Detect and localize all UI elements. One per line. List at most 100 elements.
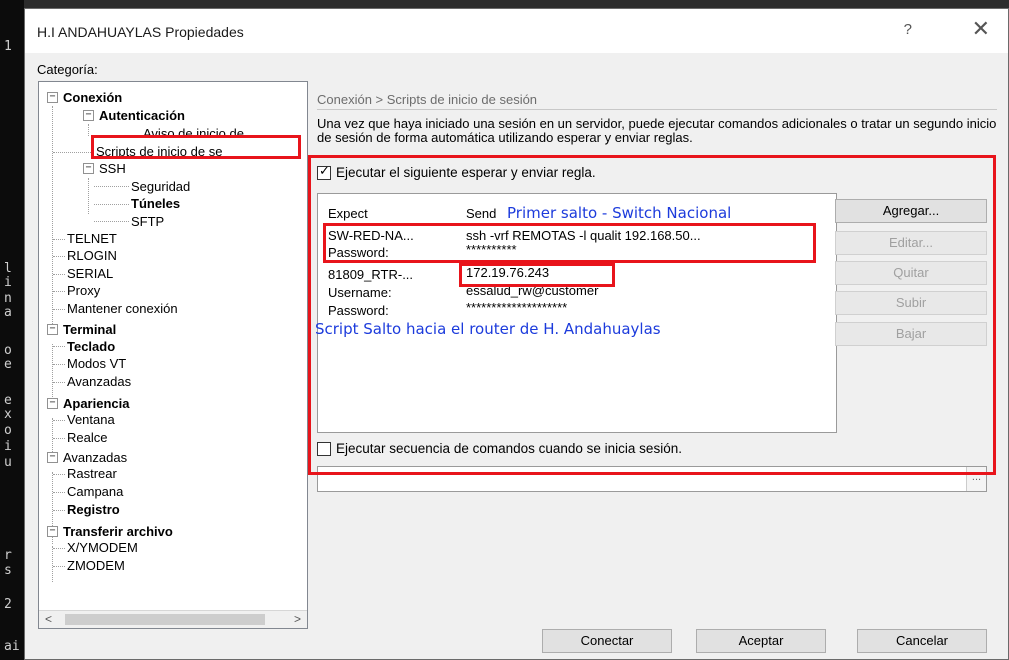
row-send[interactable]: ssh -vrf REMOTAS -l qualit 192.168.50... <box>466 228 701 243</box>
tree-item-registro[interactable]: Registro <box>67 502 120 518</box>
column-header-send: Send <box>466 206 497 221</box>
tree-line <box>53 566 65 567</box>
tree-item-scripts-inicio[interactable]: Scripts de inicio de se <box>96 144 222 160</box>
commands-path-input[interactable]: ... <box>317 466 987 492</box>
tree-line <box>53 309 65 310</box>
tree-item-ventana[interactable]: Ventana <box>67 412 115 428</box>
terminal-char: x <box>4 407 12 422</box>
move-down-button[interactable]: Bajar <box>835 322 987 346</box>
tree-item-aviso-inicio[interactable]: Aviso de inicio de <box>143 126 244 142</box>
run-commands-checkbox[interactable] <box>317 441 331 456</box>
category-tree[interactable]: − − − − − − − Conexión Autenticación Avi… <box>38 81 308 629</box>
tree-item-ssh[interactable]: SSH <box>99 161 126 177</box>
window-title: H.I ANDAHUAYLAS Propiedades <box>37 24 244 40</box>
tree-item-campana[interactable]: Campana <box>67 484 123 500</box>
move-up-button[interactable]: Subir <box>835 291 987 315</box>
expect-send-checkbox[interactable] <box>317 164 331 180</box>
terminal-char: l <box>4 261 12 276</box>
tree-line <box>53 364 65 365</box>
add-rule-button[interactable]: Agregar... <box>835 199 987 223</box>
row-expect[interactable]: Password: <box>328 303 389 318</box>
tree-item-teclado[interactable]: Teclado <box>67 339 115 355</box>
run-commands-checkbox-label: Ejecutar secuencia de comandos cuando se… <box>336 441 682 456</box>
properties-dialog: H.I ANDAHUAYLAS Propiedades ? ✕ Categorí… <box>24 8 1009 660</box>
tree-item-xymodem[interactable]: X/YMODEM <box>67 540 138 556</box>
tree-item-proxy[interactable]: Proxy <box>67 283 100 299</box>
expect-send-checkbox-row[interactable]: Ejecutar el siguiente esperar y enviar r… <box>317 164 596 180</box>
row-send[interactable]: ********** <box>466 242 517 257</box>
terminal-char: i <box>4 439 12 454</box>
scroll-thumb[interactable] <box>65 614 265 625</box>
category-label: Categoría: <box>37 62 98 77</box>
header-divider <box>317 109 997 110</box>
terminal-char: s <box>4 563 12 578</box>
tree-line <box>53 474 65 475</box>
remove-rule-button[interactable]: Quitar <box>835 261 987 285</box>
tree-item-terminal[interactable]: Terminal <box>63 322 116 338</box>
terminal-char: n <box>4 291 12 306</box>
terminal-char: o <box>4 423 12 438</box>
cancel-button[interactable]: Cancelar <box>857 629 987 653</box>
scroll-right-icon[interactable]: > <box>294 612 301 626</box>
tree-item-conexion[interactable]: Conexión <box>63 90 122 106</box>
run-commands-checkbox-row[interactable]: Ejecutar secuencia de comandos cuando se… <box>317 441 682 456</box>
row-expect[interactable]: 81809_RTR-... <box>328 267 413 282</box>
accept-button[interactable]: Aceptar <box>696 629 826 653</box>
row-expect[interactable]: Password: <box>328 245 389 260</box>
tree-item-sftp[interactable]: SFTP <box>131 214 164 230</box>
tree-item-apariencia[interactable]: Apariencia <box>63 396 129 412</box>
tree-item-avanzadas[interactable]: Avanzadas <box>63 450 127 466</box>
tree-item-realce[interactable]: Realce <box>67 430 107 446</box>
collapse-icon[interactable]: − <box>47 526 58 537</box>
tree-line <box>53 274 65 275</box>
tree-line <box>53 382 65 383</box>
tree-line <box>94 204 129 205</box>
tree-line <box>94 221 129 222</box>
tree-item-terminal-avanzadas[interactable]: Avanzadas <box>67 374 131 390</box>
title-bar: H.I ANDAHUAYLAS Propiedades ? ✕ <box>25 9 1008 53</box>
tree-horizontal-scrollbar[interactable]: < > <box>39 610 307 628</box>
terminal-char: r <box>4 548 12 563</box>
tree-item-mantener-conexion[interactable]: Mantener conexión <box>67 301 178 317</box>
tree-item-autenticacion[interactable]: Autenticación <box>99 108 185 124</box>
terminal-char: o <box>4 343 12 358</box>
collapse-icon[interactable]: − <box>47 92 58 103</box>
tree-item-rastrear[interactable]: Rastrear <box>67 466 117 482</box>
row-send[interactable]: 172.19.76.243 <box>466 265 549 280</box>
expect-send-list[interactable]: Expect Send SW-RED-NA... ssh -vrf REMOTA… <box>317 193 837 433</box>
tree-line <box>52 344 53 399</box>
background-terminal: 1 l i n a o e e x o i u r s 2 ai <box>0 0 24 660</box>
tree-item-tuneles[interactable]: Túneles <box>131 196 180 212</box>
tree-item-zmodem[interactable]: ZMODEM <box>67 558 125 574</box>
section-header: Conexión > Scripts de inicio de sesión <box>317 92 538 107</box>
collapse-icon[interactable]: − <box>47 324 58 335</box>
connect-button[interactable]: Conectar <box>542 629 672 653</box>
row-expect[interactable]: Username: <box>328 285 392 300</box>
row-expect[interactable]: SW-RED-NA... <box>328 228 414 243</box>
collapse-icon[interactable]: − <box>83 110 94 121</box>
row-send[interactable]: essalud_rw@customer <box>466 283 598 298</box>
collapse-icon[interactable]: − <box>47 452 58 463</box>
tree-item-transferir-archivo[interactable]: Transferir archivo <box>63 524 173 540</box>
collapse-icon[interactable]: − <box>83 163 94 174</box>
collapse-icon[interactable]: − <box>47 398 58 409</box>
terminal-char: e <box>4 357 12 372</box>
tree-line <box>53 239 65 240</box>
help-button[interactable]: ? <box>904 21 912 38</box>
browse-button[interactable]: ... <box>966 467 986 491</box>
scroll-left-icon[interactable]: < <box>45 612 52 626</box>
tree-item-modos-vt[interactable]: Modos VT <box>67 356 126 372</box>
tree-item-seguridad[interactable]: Seguridad <box>131 179 190 195</box>
terminal-char: ai <box>4 639 20 654</box>
tree-line <box>94 186 129 187</box>
close-button[interactable]: ✕ <box>972 17 990 42</box>
tree-item-telnet[interactable]: TELNET <box>67 231 117 247</box>
tree-line <box>94 135 142 136</box>
tree-line <box>88 124 89 136</box>
row-send[interactable]: ******************** <box>466 300 567 315</box>
tree-line <box>53 438 65 439</box>
edit-rule-button[interactable]: Editar... <box>835 231 987 255</box>
tree-line <box>53 548 65 549</box>
tree-item-serial[interactable]: SERIAL <box>67 266 113 282</box>
tree-item-rlogin[interactable]: RLOGIN <box>67 248 117 264</box>
